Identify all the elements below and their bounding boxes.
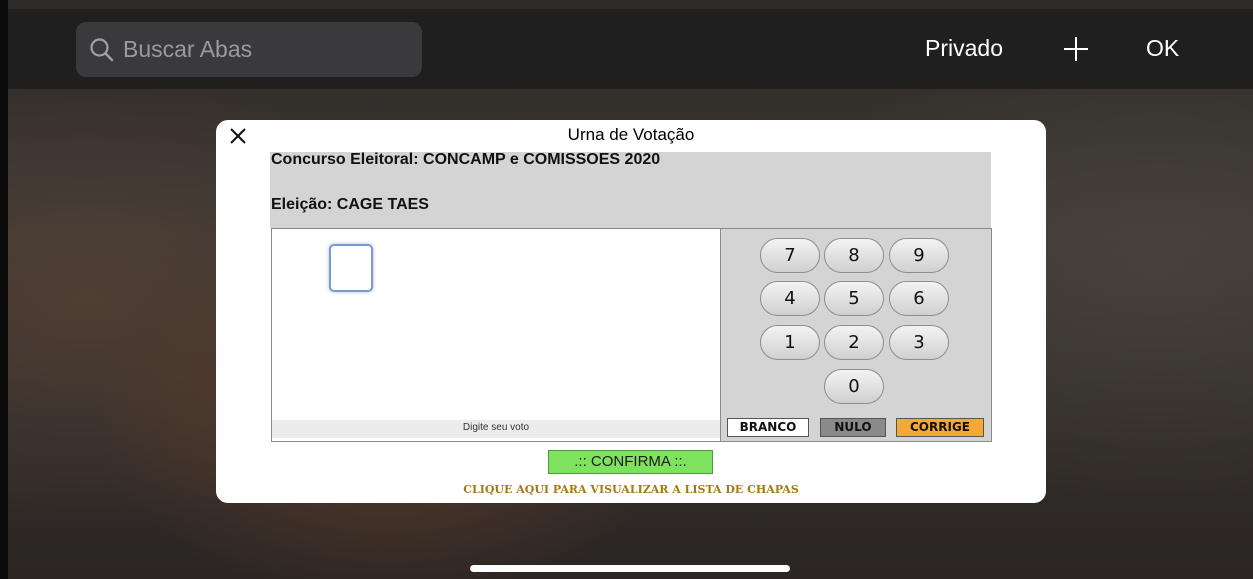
eleicao-label: Eleição: CAGE TAES: [271, 196, 429, 213]
key-8-button[interactable]: 8: [824, 238, 884, 273]
concurso-label: Concurso Eleitoral: CONCAMP e COMISSOES …: [271, 151, 661, 168]
corrige-button[interactable]: CORRIGE: [896, 418, 984, 437]
key-9-button[interactable]: 9: [889, 238, 949, 273]
key-7-button[interactable]: 7: [760, 238, 820, 273]
home-indicator[interactable]: [470, 565, 790, 572]
key-1-button[interactable]: 1: [760, 325, 820, 360]
branco-button[interactable]: BRANCO: [727, 418, 809, 437]
key-0-button[interactable]: 0: [824, 369, 884, 404]
view-slates-link[interactable]: CLIQUE AQUI PARA VISUALIZAR A LISTA DE C…: [216, 483, 1046, 496]
modal-title: Urna de Votação: [567, 125, 695, 144]
search-tabs-input[interactable]: [121, 35, 405, 64]
plus-icon[interactable]: [1063, 36, 1089, 62]
key-5-button[interactable]: 5: [824, 281, 884, 316]
private-mode-button[interactable]: Privado: [925, 35, 1003, 62]
confirma-button[interactable]: .:: CONFIRMA ::.: [548, 450, 713, 474]
key-4-button[interactable]: 4: [760, 281, 820, 316]
search-tabs-field[interactable]: [76, 22, 422, 77]
vote-hint: Digite seu voto: [272, 420, 720, 438]
vote-digit-input[interactable]: [329, 244, 373, 292]
key-3-button[interactable]: 3: [889, 325, 949, 360]
key-6-button[interactable]: 6: [889, 281, 949, 316]
screen-edge: [0, 0, 8, 579]
done-button[interactable]: OK: [1146, 35, 1179, 62]
search-icon: [90, 37, 114, 61]
nulo-button[interactable]: NULO: [820, 418, 886, 437]
key-2-button[interactable]: 2: [824, 325, 884, 360]
